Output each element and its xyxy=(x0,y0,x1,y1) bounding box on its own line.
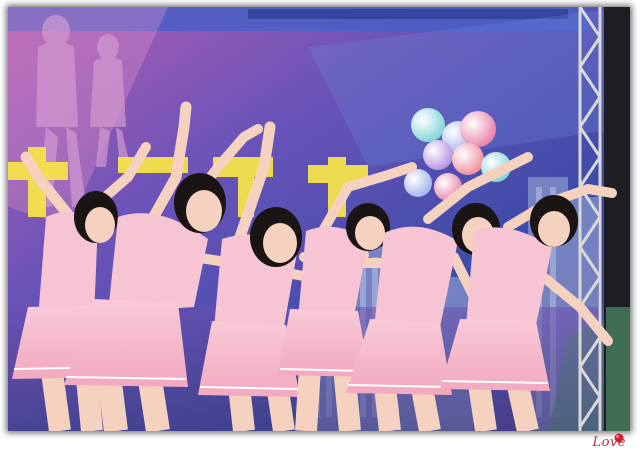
photo-frame xyxy=(8,7,630,431)
dance-photo xyxy=(8,7,630,431)
signature-text: Love xyxy=(592,435,626,450)
